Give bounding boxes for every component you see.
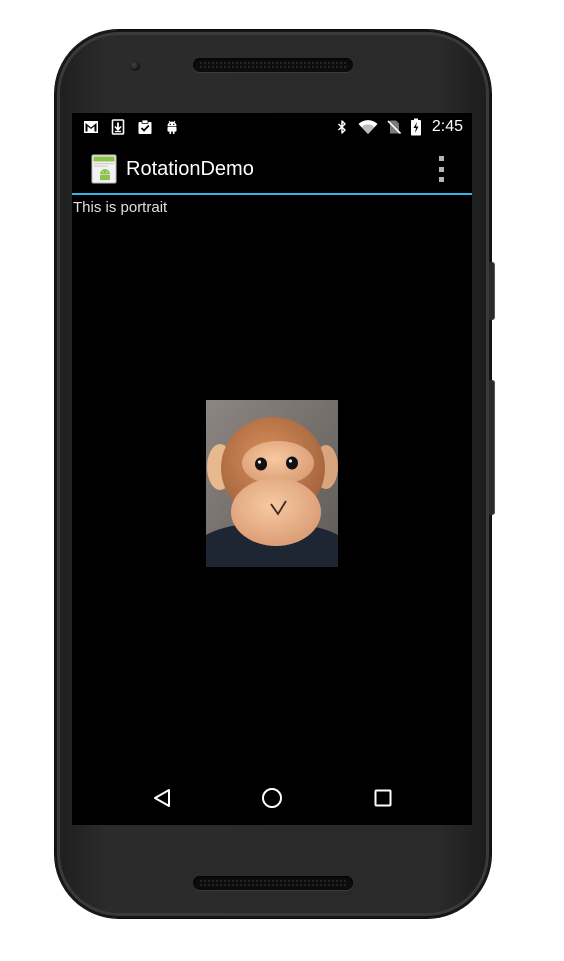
overflow-dot [438, 166, 444, 172]
app-title: RotationDemo [126, 158, 254, 180]
power-button[interactable] [489, 262, 495, 320]
bluetooth-icon [337, 120, 346, 134]
overflow-dot [438, 156, 444, 161]
overflow-menu-icon[interactable] [431, 156, 451, 182]
front-camera [130, 61, 140, 71]
download-icon [111, 119, 125, 135]
navigation-bar [72, 773, 472, 825]
clipboard-check-icon [138, 119, 152, 134]
wifi-icon [358, 120, 378, 134]
app-launcher-icon[interactable] [91, 154, 117, 184]
status-clock: 2:45 [431, 118, 463, 135]
recents-icon [374, 789, 392, 807]
status-bar: 2:45 [72, 113, 472, 143]
device-screen: 2:45 RotationDemo This is portrait [72, 113, 472, 825]
system-status-icons: 2:45 [334, 117, 463, 137]
android-debug-icon [167, 120, 177, 134]
notification-icons [83, 119, 180, 135]
battery-charging-icon [410, 118, 421, 136]
home-icon [262, 788, 282, 808]
back-icon [154, 789, 170, 807]
gmail-icon [84, 121, 98, 133]
orientation-label: This is portrait [73, 199, 168, 216]
volume-button[interactable] [489, 380, 495, 515]
action-bar: RotationDemo [72, 143, 472, 195]
home-button[interactable] [257, 783, 287, 813]
no-sim-icon [387, 120, 401, 135]
monkey-photo [206, 400, 338, 567]
back-button[interactable] [147, 783, 177, 813]
recents-button[interactable] [368, 783, 398, 813]
top-speaker [193, 58, 353, 72]
overflow-dot [438, 177, 444, 182]
bottom-speaker [193, 876, 353, 890]
